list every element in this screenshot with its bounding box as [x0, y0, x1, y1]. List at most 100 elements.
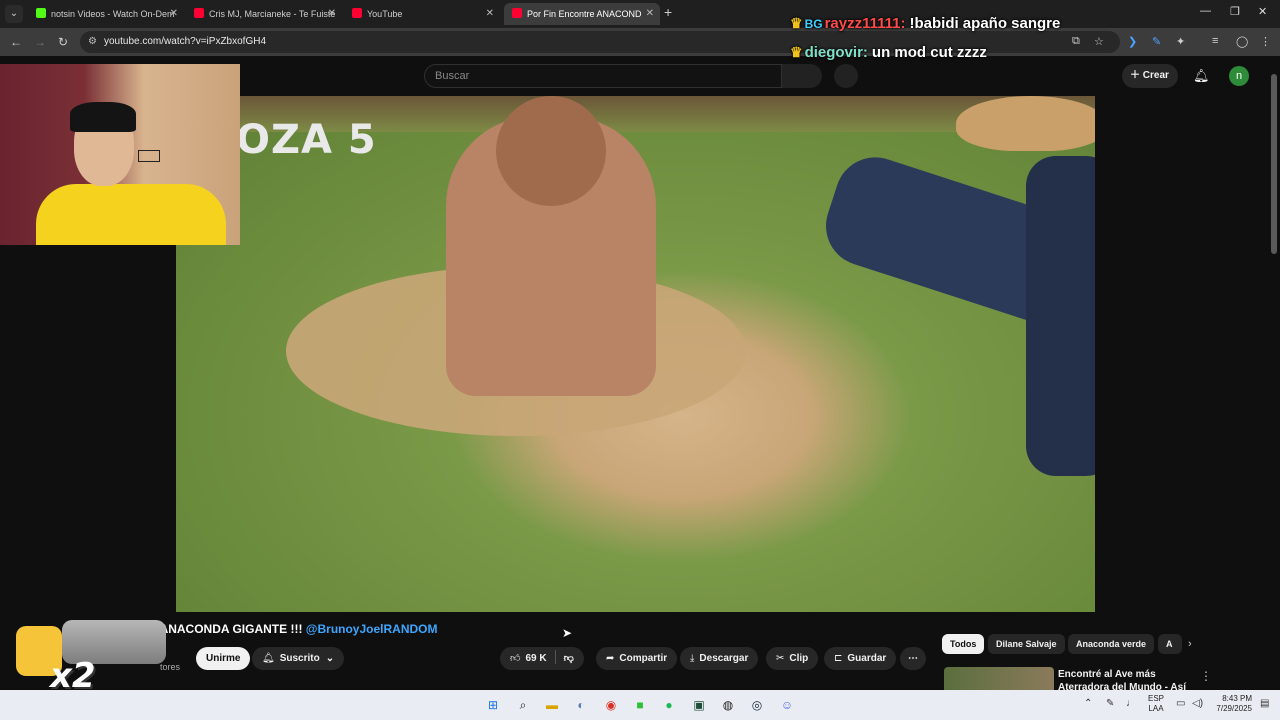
close-icon[interactable]: ✕ — [170, 3, 178, 25]
steam-icon[interactable]: ◎ — [748, 696, 766, 714]
chat-message: ♛ diegovir: un mod cut zzzz — [790, 41, 1090, 64]
spotify-icon[interactable]: ● — [660, 696, 678, 714]
subscribed-button[interactable]: 🔔︎ Suscrito ⌄ — [252, 647, 345, 670]
chevron-right-icon[interactable]: › — [1188, 638, 1192, 650]
network-icon[interactable]: ▭ — [1176, 698, 1185, 709]
search-icon[interactable]: ⌕ — [514, 696, 532, 714]
microphone-icon[interactable]: ♩ — [1126, 698, 1136, 709]
video-title: e ANACONDA GIGANTE !!! @BrunoyJoelRANDOM — [150, 622, 438, 636]
divider — [554, 650, 556, 664]
chat-message: ♛ BG rayzz11111: !babidi apaño sangre — [790, 12, 1090, 35]
more-actions-button[interactable]: ⋯ — [900, 647, 926, 670]
clip-button[interactable]: ✂ Clip — [766, 647, 819, 670]
account-avatar[interactable]: n — [1229, 66, 1249, 86]
recommended-video-thumbnail[interactable] — [944, 667, 1054, 690]
discord-icon[interactable]: ☺ — [778, 696, 796, 714]
close-icon[interactable]: ✕ — [486, 3, 494, 25]
like-icon[interactable]: 👍︎ — [510, 653, 520, 664]
chat-text: !babidi apaño sangre — [909, 15, 1061, 32]
chrome-icon[interactable]: ◉ — [602, 696, 620, 714]
chip-anaconda-verde[interactable]: Anaconda verde — [1068, 634, 1155, 654]
extensions-puzzle-icon[interactable]: ✦ — [1176, 35, 1185, 48]
emote-overlay: x2 — [14, 618, 166, 698]
notifications-bell-icon[interactable]: 🔔︎ — [1193, 68, 1210, 84]
new-tab-button[interactable]: + — [664, 4, 672, 20]
chip-dilane-salvaje[interactable]: Dilane Salvaje — [988, 634, 1065, 654]
youtube-icon — [194, 8, 204, 18]
extension-icon[interactable]: ❯ — [1128, 35, 1137, 48]
system-clock[interactable]: 8:43 PM 7/29/2025 — [1212, 694, 1252, 714]
page-scrollbar[interactable] — [1271, 62, 1277, 688]
download-button[interactable]: ⤓ Descargar — [680, 647, 759, 670]
volume-icon[interactable]: ◁) — [1192, 698, 1203, 709]
tray-chevron-up-icon[interactable]: ⌃ — [1084, 698, 1092, 709]
terminal-icon[interactable]: ▣ — [690, 696, 708, 714]
bookmark-icon: ⊏ — [834, 653, 843, 664]
more-vert-icon[interactable]: ⋮ — [1200, 669, 1212, 683]
url-text: youtube.com/watch?v=iPxZbxofGH4 — [104, 36, 267, 47]
chat-username: diegovir: — [804, 44, 868, 61]
subscriber-count: tores — [160, 662, 181, 672]
browser-menu-icon[interactable]: ⋮ — [1260, 35, 1271, 48]
share-button[interactable]: ➦ Compartir — [596, 647, 678, 670]
webcam-hair — [70, 102, 136, 132]
file-explorer-icon[interactable]: ▬ — [543, 696, 561, 714]
webcam-device — [138, 150, 160, 162]
reading-list-icon[interactable]: ≡ — [1212, 35, 1218, 47]
browser-tab-cris-mj[interactable]: Cris MJ, Marcianeke - Te Fuiste ✕ — [186, 3, 342, 25]
search-placeholder: Buscar — [435, 70, 470, 82]
crown-icon: ♛ — [790, 15, 803, 31]
chat-badge: BG — [804, 17, 823, 31]
translate-extension-icon[interactable]: ✎ — [1152, 35, 1161, 48]
share-icon: ➦ — [606, 653, 615, 664]
create-button[interactable]: ＋ Crear — [1122, 64, 1178, 88]
download-icon: ⤓ — [690, 653, 695, 664]
windows-taskbar: ⊞ ⌕ ▬ ◐ ◉ ■ ● ▣ ◍ ◎ ☺ ⌃ ✎ ♩ ▭ ◁) ▤ — [0, 690, 1280, 720]
reload-icon[interactable]: ↻ — [58, 35, 68, 49]
chip-todos[interactable]: Todos — [942, 634, 985, 654]
video-scene-hat — [956, 96, 1095, 151]
bookmark-star-icon[interactable]: ☆ — [1094, 35, 1104, 48]
browser-tab-kick[interactable]: notsin Videos - Watch On-Dem ✕ — [28, 3, 184, 25]
browser-tab-youtube[interactable]: YouTube ✕ — [344, 3, 500, 25]
forward-icon[interactable]: → — [34, 35, 46, 49]
windows-start-icon[interactable]: ⊞ — [484, 696, 502, 714]
chat-text: un mod cut zzzz — [871, 44, 987, 61]
chip-partial[interactable]: A — [1158, 634, 1182, 654]
photo-editor-icon[interactable]: ◐ — [572, 696, 590, 714]
streamer-webcam — [0, 64, 240, 245]
close-icon[interactable]: ✕ — [328, 3, 336, 25]
mouse-cursor-icon: ➤ — [562, 626, 573, 640]
video-scene-head — [496, 96, 606, 206]
youtube-icon — [352, 8, 362, 18]
dislike-icon[interactable]: 👎︎ — [564, 653, 574, 664]
window-close-icon[interactable]: ✕ — [1258, 5, 1267, 18]
kick-icon — [36, 8, 46, 18]
like-count[interactable]: 69 K — [525, 653, 546, 664]
back-icon[interactable]: ← — [10, 35, 22, 49]
restore-icon[interactable]: ❐ — [1230, 5, 1240, 18]
notification-center-icon[interactable]: ▤ — [1260, 698, 1269, 709]
crown-icon: ♛ — [790, 44, 803, 60]
app-icon[interactable]: ◍ — [719, 696, 737, 714]
close-icon[interactable]: ✕ — [646, 3, 654, 25]
search-input[interactable]: Buscar — [424, 64, 782, 88]
save-button[interactable]: ⊏ Guardar — [824, 647, 897, 670]
input-language-indicator[interactable]: ESP LAA — [1148, 694, 1164, 714]
channel-mention-link[interactable]: @BrunoyJoelRANDOM — [306, 622, 438, 636]
browser-tab-anaconda[interactable]: Por Fin Encontre ANACOND ✕ — [504, 3, 660, 25]
video-player[interactable] — [176, 96, 1095, 612]
join-button[interactable]: Unirme — [196, 647, 251, 670]
site-info-icon[interactable]: ⚙ — [88, 36, 97, 47]
video-scene-second-person — [1026, 156, 1095, 476]
kick-app-icon[interactable]: ■ — [631, 696, 649, 714]
pen-icon[interactable]: ✎ — [1106, 698, 1114, 709]
bell-icon: 🔔︎ — [262, 653, 275, 664]
recommended-video-title[interactable]: Encontré al Ave más Aterradora del Mundo… — [1058, 668, 1198, 690]
profile-icon[interactable]: ◯ — [1236, 35, 1248, 48]
video-overlay-text: OZA 5 — [236, 117, 377, 163]
minimize-icon[interactable]: — — [1200, 5, 1211, 17]
scissors-icon: ✂ — [776, 653, 785, 664]
tab-search-button[interactable]: ⌄ — [5, 5, 23, 23]
scrollbar-thumb[interactable] — [1271, 74, 1277, 254]
